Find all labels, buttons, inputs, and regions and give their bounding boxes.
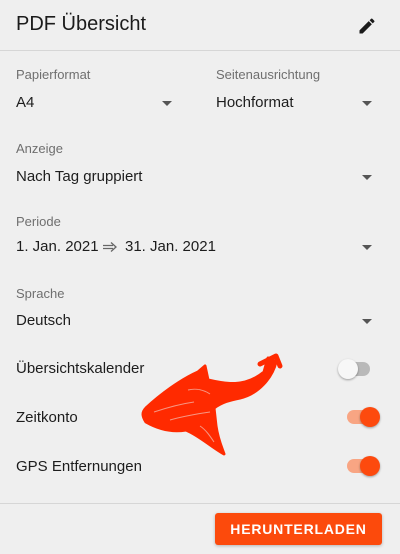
- display-value: Nach Tag gruppiert: [16, 168, 143, 185]
- chevron-down-icon: [362, 319, 372, 324]
- language-select[interactable]: Deutsch: [16, 310, 376, 332]
- chevron-down-icon: [362, 175, 372, 180]
- overview-calendar-toggle[interactable]: [338, 357, 378, 381]
- chevron-down-icon: [362, 101, 372, 106]
- paper-format-label: Papierformat: [16, 67, 91, 82]
- double-arrow-right-icon: [103, 242, 117, 252]
- display-select[interactable]: Nach Tag gruppiert: [16, 166, 376, 188]
- app-header: PDF Übersicht: [0, 0, 400, 51]
- edit-button[interactable]: [352, 11, 382, 41]
- paper-format-value: A4: [16, 94, 35, 111]
- chevron-down-icon: [362, 245, 372, 250]
- display-label: Anzeige: [16, 141, 63, 156]
- orientation-select[interactable]: Hochformat: [216, 92, 376, 114]
- pencil-icon: [359, 18, 375, 34]
- time-account-toggle[interactable]: [343, 405, 383, 429]
- orientation-value: Hochformat: [216, 94, 294, 111]
- toggle-knob: [360, 407, 380, 427]
- chevron-down-icon: [162, 101, 172, 106]
- overview-calendar-label: Übersichtskalender: [16, 360, 145, 377]
- annotation-arrow-icon: [141, 353, 283, 456]
- period-end: 31. Jan. 2021: [125, 238, 216, 255]
- language-label: Sprache: [16, 286, 65, 301]
- language-value: Deutsch: [16, 312, 72, 329]
- gps-distances-toggle[interactable]: [343, 454, 383, 478]
- page-title: PDF Übersicht: [16, 13, 147, 35]
- gps-distances-label: GPS Entfernungen: [16, 458, 142, 475]
- period-start: 1. Jan. 2021: [16, 238, 99, 255]
- time-account-label: Zeitkonto: [16, 409, 78, 426]
- period-label: Periode: [16, 214, 61, 229]
- orientation-label: Seitenausrichtung: [216, 67, 321, 82]
- toggle-knob: [360, 456, 380, 476]
- paper-format-select[interactable]: A4: [16, 92, 176, 114]
- download-button[interactable]: HERUNTERLADEN: [215, 513, 382, 545]
- toggle-knob: [338, 359, 358, 379]
- period-select[interactable]: 1. Jan. 2021 31. Jan. 2021: [16, 236, 376, 258]
